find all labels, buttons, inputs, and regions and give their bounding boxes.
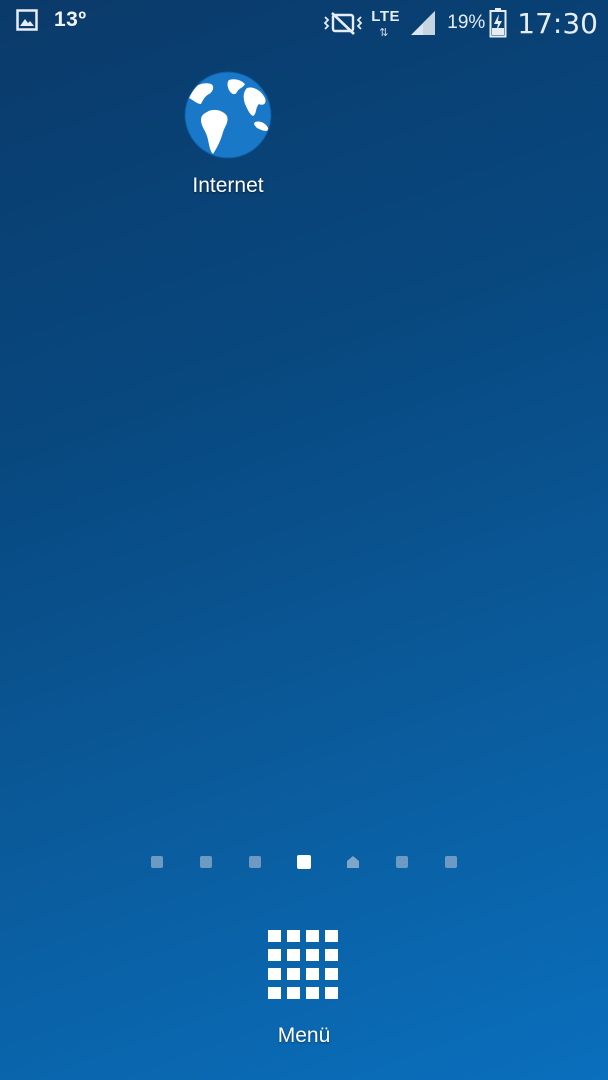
globe-icon: [184, 71, 272, 159]
apps-menu-button[interactable]: Menü: [254, 930, 354, 1048]
apps-grid-icon: [268, 930, 338, 999]
internet-app-label: Internet: [192, 174, 264, 197]
page-dot-7[interactable]: [445, 856, 457, 868]
status-bar[interactable]: 13º LTE ⇅ 19% 17:30: [0, 0, 608, 46]
page-dot-3[interactable]: [249, 856, 261, 868]
page-indicator[interactable]: [0, 853, 608, 873]
apps-menu-label: Menü: [277, 1024, 331, 1047]
internet-app-shortcut[interactable]: Internet: [168, 70, 288, 198]
status-clock: 17:30: [517, 6, 598, 40]
status-bar-left: 13º: [16, 8, 87, 32]
page-dot-4-active[interactable]: [297, 855, 311, 869]
page-dot-1[interactable]: [151, 856, 163, 868]
status-bar-right: LTE ⇅ 19% 17:30: [315, 4, 598, 42]
weather-temperature: 13º: [54, 8, 87, 31]
network-type-indicator: LTE ⇅: [371, 6, 401, 40]
page-dot-6[interactable]: [396, 856, 408, 868]
network-type-label: LTE: [371, 8, 400, 25]
battery-percentage: 19%: [447, 12, 486, 33]
vibrate-mute-icon: [323, 12, 363, 35]
signal-icon: [411, 11, 436, 35]
battery-charging-icon: [489, 8, 507, 38]
gallery-icon: [16, 9, 38, 31]
page-dot-2[interactable]: [200, 856, 212, 868]
data-activity-icon: ⇅: [379, 27, 389, 39]
home-page-dot-icon[interactable]: [346, 855, 360, 869]
